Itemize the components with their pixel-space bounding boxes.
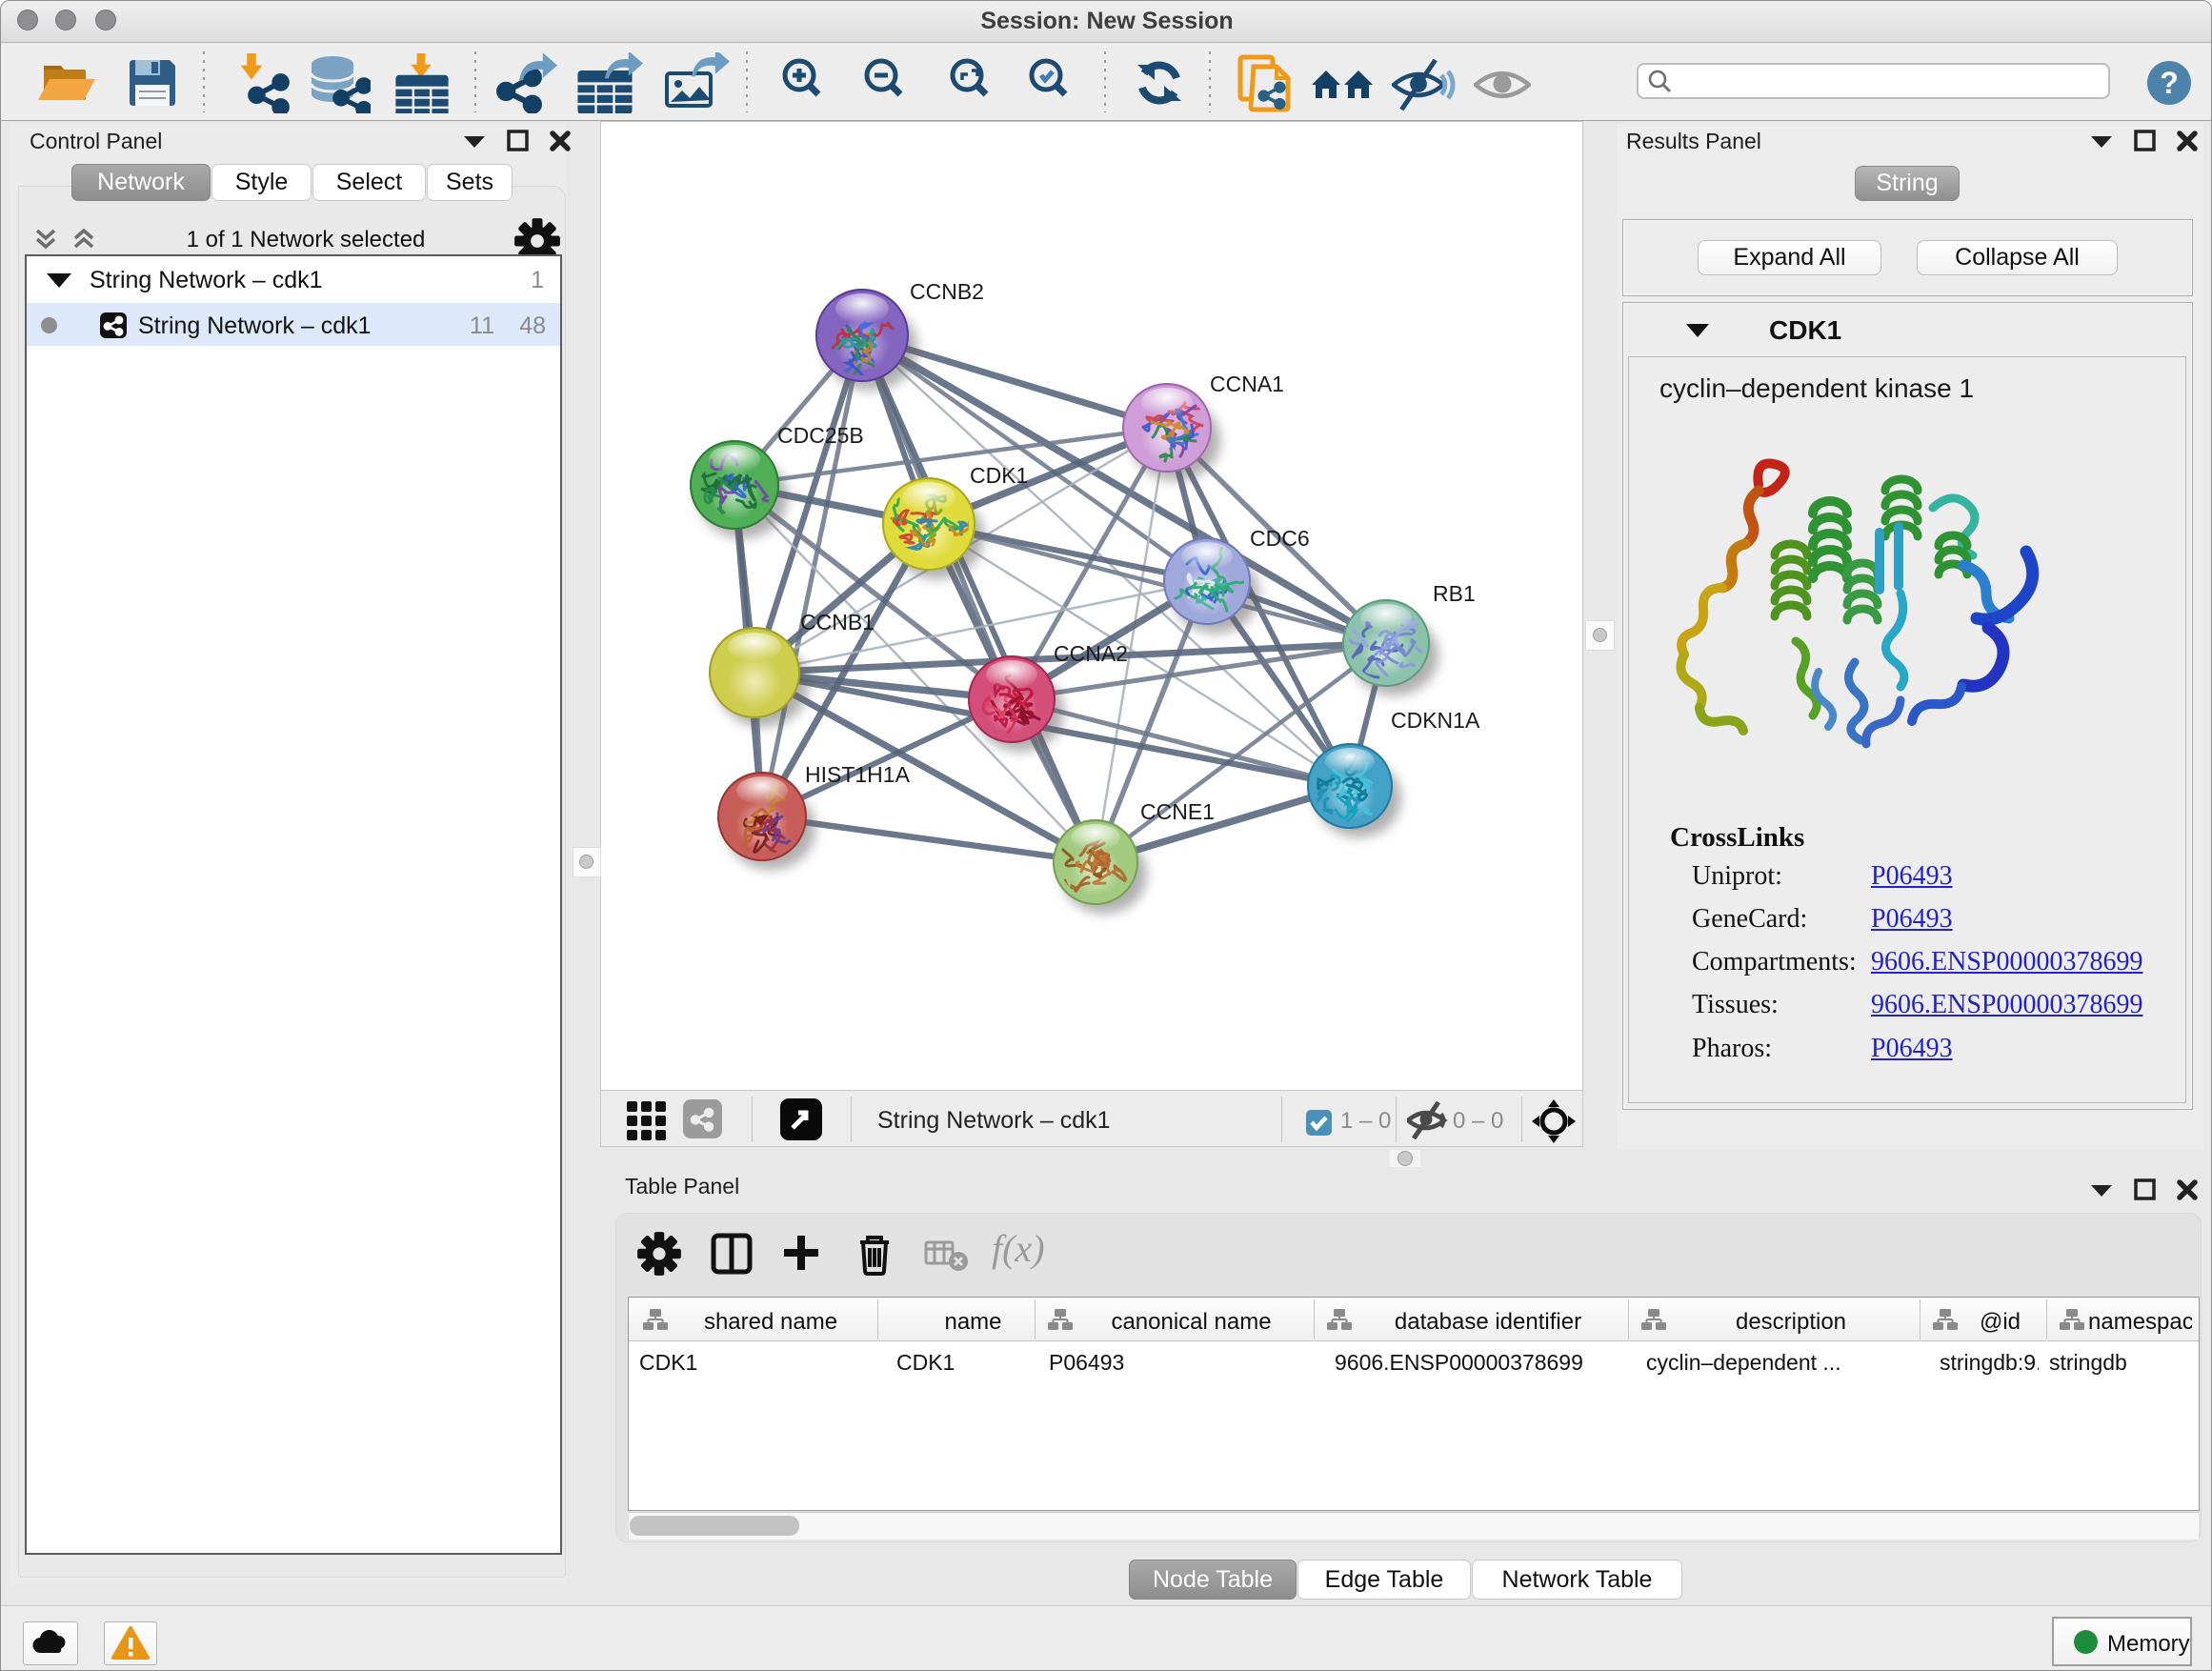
svg-text:HIST1H1A: HIST1H1A xyxy=(805,762,911,787)
svg-text:CDC25B: CDC25B xyxy=(777,423,864,448)
svg-text:CCNA2: CCNA2 xyxy=(1054,641,1128,666)
svg-text:CCNB2: CCNB2 xyxy=(910,279,984,304)
svg-text:CCNB1: CCNB1 xyxy=(800,610,875,634)
svg-text:RB1: RB1 xyxy=(1433,581,1476,606)
svg-text:CDC6: CDC6 xyxy=(1250,526,1310,551)
svg-text:CDKN1A: CDKN1A xyxy=(1391,708,1480,733)
svg-text:CDK1: CDK1 xyxy=(970,463,1028,488)
svg-text:CCNE1: CCNE1 xyxy=(1140,799,1215,824)
svg-text:CCNA1: CCNA1 xyxy=(1210,372,1284,396)
